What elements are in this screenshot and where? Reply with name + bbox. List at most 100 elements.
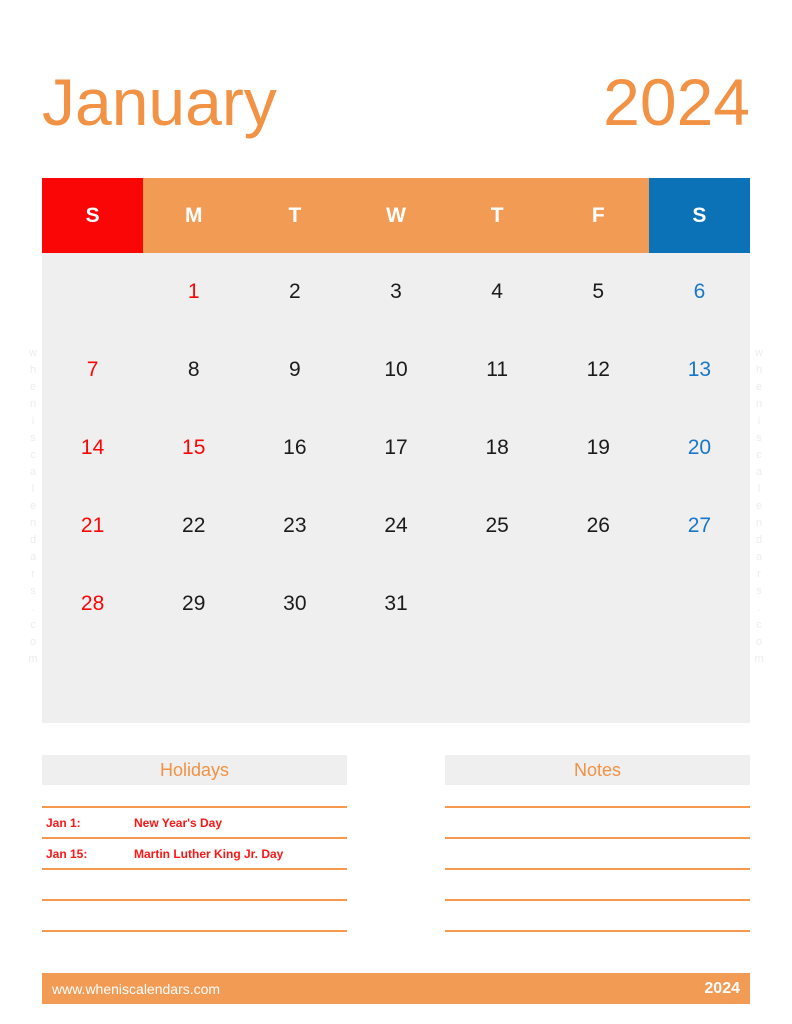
day-cell-16[interactable]: 16: [244, 409, 345, 487]
day-cell-2[interactable]: 2: [244, 253, 345, 331]
day-cell-22[interactable]: 22: [143, 487, 244, 565]
day-cell-27[interactable]: 27: [649, 487, 750, 565]
day-cell-15[interactable]: 15: [143, 409, 244, 487]
day-cell-26[interactable]: 26: [548, 487, 649, 565]
day-cell-12[interactable]: 12: [548, 331, 649, 409]
weekday-header-2: T: [244, 178, 346, 253]
weekday-header-0: S: [42, 178, 144, 253]
footer-year: 2024: [704, 979, 740, 997]
day-cell-1[interactable]: 1: [143, 253, 244, 331]
watermark-char-left-1: h: [29, 364, 37, 376]
month-label: January: [42, 65, 277, 139]
watermark-right: wheniscalendars.com: [752, 345, 766, 668]
weekday-header-4: T: [446, 178, 548, 253]
day-cell-31[interactable]: 31: [345, 565, 446, 643]
weekday-header-5: F: [547, 178, 649, 253]
holiday-date-0: Jan 1:: [46, 815, 81, 830]
note-row-2[interactable]: [445, 868, 750, 899]
day-cell-25[interactable]: 25: [447, 487, 548, 565]
watermark-char-right-3: n: [755, 398, 763, 410]
holiday-row-0[interactable]: Jan 1: New Year's Day: [42, 806, 347, 837]
watermark-char-left-0: w: [29, 347, 37, 359]
holidays-heading: Holidays: [42, 755, 347, 785]
weekday-header-3: W: [345, 178, 447, 253]
calendar-days-body: 1 2 3 4 5 6 7 8 9 10 11 12 13 14 15 16 17 18 19 20 21 22 23 24 2…: [42, 253, 750, 723]
holiday-row-3[interactable]: [42, 899, 347, 930]
day-cell-3[interactable]: 3: [345, 253, 446, 331]
watermark-char-left-9: e: [29, 500, 37, 512]
watermark-char-left-12: a: [29, 551, 37, 563]
watermark-char-left-3: n: [29, 398, 37, 410]
day-cell-empty: [143, 643, 244, 721]
day-cell-empty: [244, 643, 345, 721]
day-cell-empty: [649, 565, 750, 643]
watermark-char-left-10: n: [29, 517, 37, 529]
watermark-char-left-2: e: [29, 381, 37, 393]
watermark-char-left-18: m: [28, 653, 38, 665]
watermark-char-right-16: c: [756, 619, 762, 631]
watermark-char-right-9: e: [755, 500, 763, 512]
day-cell-20[interactable]: 20: [649, 409, 750, 487]
day-cell-24[interactable]: 24: [345, 487, 446, 565]
day-cell-19[interactable]: 19: [548, 409, 649, 487]
calendar-grid: SMTWTFS 1 2 3 4 5 6 7 8 9 10 11 12 13 14 15 16 17 18 19 20 2…: [42, 178, 750, 723]
notes-lines: [445, 806, 750, 932]
notes-heading: Notes: [445, 755, 750, 785]
holiday-row-1[interactable]: Jan 15: Martin Luther King Jr. Day: [42, 837, 347, 868]
holiday-date-1: Jan 15:: [46, 846, 88, 861]
day-cell-empty: [649, 643, 750, 721]
lower-panels: Holidays Jan 1: New Year's Day Jan 15: Mart…: [42, 755, 750, 932]
holiday-row-2[interactable]: [42, 868, 347, 899]
day-cell-11[interactable]: 11: [447, 331, 548, 409]
day-cell-17[interactable]: 17: [345, 409, 446, 487]
day-cell-30[interactable]: 30: [244, 565, 345, 643]
weekday-header-6: S: [648, 178, 750, 253]
day-cell-empty: [548, 643, 649, 721]
footer-bar: www.wheniscalendars.com 2024: [42, 973, 750, 1004]
weekday-header-1: M: [143, 178, 245, 253]
watermark-char-right-14: s: [756, 585, 762, 597]
watermark-char-left-7: a: [29, 466, 37, 478]
watermark-char-right-0: w: [755, 347, 763, 359]
watermark-char-left-5: s: [30, 432, 36, 444]
day-cell-13[interactable]: 13: [649, 331, 750, 409]
watermark-char-left-15: .: [31, 602, 35, 614]
day-cell-18[interactable]: 18: [447, 409, 548, 487]
day-cell-empty: [447, 643, 548, 721]
watermark-char-right-6: c: [756, 449, 762, 461]
holiday-name-1: Martin Luther King Jr. Day: [134, 846, 284, 861]
day-cell-29[interactable]: 29: [143, 565, 244, 643]
day-cell-6[interactable]: 6: [649, 253, 750, 331]
day-cell-23[interactable]: 23: [244, 487, 345, 565]
watermark-char-left-4: i: [31, 415, 35, 427]
day-cell-empty: [42, 253, 143, 331]
note-row-0[interactable]: [445, 806, 750, 837]
day-cell-8[interactable]: 8: [143, 331, 244, 409]
footer-url[interactable]: www.wheniscalendars.com: [52, 981, 220, 997]
day-cell-empty: [345, 643, 446, 721]
watermark-char-right-17: o: [755, 636, 763, 648]
day-cell-28[interactable]: 28: [42, 565, 143, 643]
watermark-char-left-13: r: [31, 568, 35, 580]
watermark-char-right-11: d: [755, 534, 763, 546]
weekday-header-row: SMTWTFS: [42, 178, 750, 253]
day-cell-5[interactable]: 5: [548, 253, 649, 331]
day-cell-7[interactable]: 7: [42, 331, 143, 409]
note-row-3[interactable]: [445, 899, 750, 930]
day-cell-10[interactable]: 10: [345, 331, 446, 409]
watermark-char-right-4: i: [757, 415, 761, 427]
day-cell-4[interactable]: 4: [447, 253, 548, 331]
day-cell-empty: [42, 643, 143, 721]
watermark-char-left-14: s: [30, 585, 36, 597]
note-bottom-rule: [445, 930, 750, 932]
calendar-days-grid: 1 2 3 4 5 6 7 8 9 10 11 12 13 14 15 16 17 18 19 20 21 22 23 24 2…: [42, 253, 750, 721]
watermark-char-right-8: l: [757, 483, 761, 495]
note-row-1[interactable]: [445, 837, 750, 868]
holidays-lines: Jan 1: New Year's Day Jan 15: Martin Luther…: [42, 806, 347, 932]
holiday-name-0: New Year's Day: [134, 815, 223, 830]
watermark-char-right-5: s: [756, 432, 762, 444]
watermark-left: wheniscalendars.com: [26, 345, 40, 668]
day-cell-9[interactable]: 9: [244, 331, 345, 409]
day-cell-21[interactable]: 21: [42, 487, 143, 565]
day-cell-14[interactable]: 14: [42, 409, 143, 487]
